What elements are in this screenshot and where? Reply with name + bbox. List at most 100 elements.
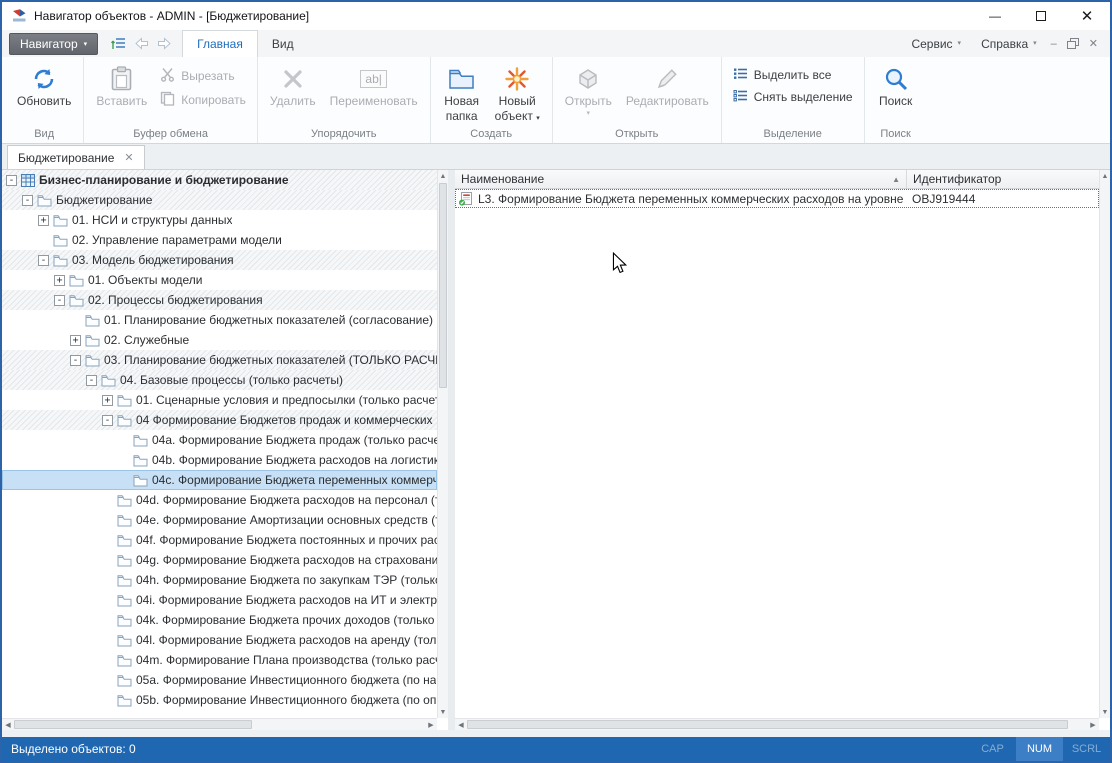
tab-home[interactable]: Главная <box>182 30 258 57</box>
tree-item[interactable]: +01. Объекты модели <box>2 270 437 290</box>
tree-item[interactable]: +01. НСИ и структуры данных <box>2 210 437 230</box>
menu-help[interactable]: Справка ▾ <box>971 30 1047 57</box>
collapse-icon[interactable]: - <box>38 255 49 266</box>
tree-item[interactable]: -Бюджетирование <box>2 190 437 210</box>
tree-item[interactable]: 04g. Формирование Бюджета расходов на ст… <box>2 550 437 570</box>
new-folder-button[interactable]: Новая папка <box>436 60 488 125</box>
nav-forward-button[interactable] <box>154 34 174 54</box>
list-horizontal-scrollbar[interactable]: ◀ ▶ <box>455 718 1099 730</box>
tree-item[interactable]: 01. Планирование бюджетных показателей (… <box>2 310 437 330</box>
tree-item[interactable]: 04a. Формирование Бюджета продаж (только… <box>2 430 437 450</box>
tree-item[interactable]: 05a. Формирование Инвестиционного бюджет… <box>2 670 437 690</box>
scroll-right-icon[interactable]: ▶ <box>1087 719 1099 730</box>
expand-icon[interactable]: + <box>54 275 65 286</box>
tree-item[interactable]: +01. Сценарные условия и предпосылки (то… <box>2 390 437 410</box>
scroll-down-icon[interactable]: ▼ <box>1100 706 1110 718</box>
scroll-up-icon[interactable]: ▲ <box>1100 170 1110 182</box>
document-tab[interactable]: Бюджетирование ✕ <box>7 145 145 169</box>
folder-icon <box>85 334 100 347</box>
group-label-clipboard: Буфер обмена <box>84 128 257 140</box>
folder-icon <box>133 474 148 487</box>
tree-item[interactable]: 04d. Формирование Бюджета расходов на пе… <box>2 490 437 510</box>
column-header-id[interactable]: Идентификатор <box>907 170 1099 188</box>
child-close-button[interactable]: ✕ <box>1089 37 1098 50</box>
tree-item[interactable]: 04c. Формирование Бюджета переменных ком… <box>2 470 437 490</box>
menu-service[interactable]: Сервис ▾ <box>901 30 971 57</box>
list-vertical-scrollbar[interactable]: ▲ ▼ <box>1099 170 1110 718</box>
child-minimize-button[interactable]: – <box>1051 38 1057 50</box>
list-hscroll-track[interactable] <box>467 719 1087 730</box>
maximize-button[interactable] <box>1018 2 1064 30</box>
tree-item[interactable]: - 04 Формирование Бюджетов продаж и комме… <box>2 410 437 430</box>
tree-item[interactable]: -03. Модель бюджетирования <box>2 250 437 270</box>
collapse-icon[interactable]: - <box>70 355 81 366</box>
tree-vertical-scrollbar[interactable]: ▲ ▼ <box>437 170 448 718</box>
cut-button[interactable]: Вырезать <box>154 65 252 87</box>
child-restore-button[interactable] <box>1067 38 1079 49</box>
expand-icon[interactable]: + <box>102 395 113 406</box>
tree-item[interactable]: -03. Планирование бюджетных показателей … <box>2 350 437 370</box>
scroll-down-icon[interactable]: ▼ <box>438 706 448 718</box>
select-all-button[interactable]: Выделить все <box>727 65 859 85</box>
tree-item[interactable]: -04. Базовые процессы (только расчеты) <box>2 370 437 390</box>
delete-button[interactable]: Удалить <box>263 60 323 110</box>
collapse-icon[interactable]: - <box>54 295 65 306</box>
app-menu-button[interactable]: Навигатор ▾ <box>9 33 98 55</box>
refresh-button[interactable]: Обновить <box>10 60 78 110</box>
tree-item[interactable]: 04i. Формирование Бюджета расходов на ИТ… <box>2 590 437 610</box>
collapse-icon[interactable]: - <box>102 415 113 426</box>
tab-close-icon[interactable]: ✕ <box>124 151 133 164</box>
tree-item[interactable]: 04f. Формирование Бюджета постоянных и п… <box>2 530 437 550</box>
ribbon-toolbar: Обновить Вид Вставить <box>2 57 1110 144</box>
rename-button[interactable]: ab| Переименовать <box>323 60 425 110</box>
list-hscroll-thumb[interactable] <box>467 720 1068 729</box>
tree-item[interactable]: 04l. Формирование Бюджета расходов на ар… <box>2 630 437 650</box>
locate-in-tree-button[interactable] <box>108 34 128 54</box>
copy-button[interactable]: Копировать <box>154 89 252 111</box>
collapse-icon[interactable]: - <box>86 375 97 386</box>
tree-item-label: 04 Формирование Бюджетов продаж и коммер… <box>136 413 433 427</box>
tree-item-label: 02. Процессы бюджетирования <box>88 293 263 307</box>
expand-icon[interactable]: + <box>70 335 81 346</box>
collapse-icon[interactable]: - <box>6 175 17 186</box>
tab-view[interactable]: Вид <box>258 30 308 57</box>
tree-horizontal-scrollbar[interactable]: ◀ ▶ <box>2 718 437 730</box>
scroll-up-icon[interactable]: ▲ <box>438 170 448 182</box>
open-button[interactable]: Открыть ▾ <box>558 60 619 119</box>
app-icon <box>11 8 27 24</box>
forward-arrow-icon <box>157 37 172 50</box>
tree-item[interactable]: -Бизнес-планирование и бюджетирование <box>2 170 437 190</box>
edit-button[interactable]: Редактировать <box>619 60 716 110</box>
search-button[interactable]: Поиск <box>870 60 922 110</box>
tree-hscroll-track[interactable] <box>14 719 425 730</box>
list-row-name: L3. Формирование Бюджета переменных комм… <box>478 192 907 206</box>
tree-item[interactable]: +02. Служебные <box>2 330 437 350</box>
new-object-button[interactable]: Новый объект ▾ <box>488 60 547 125</box>
tree-item[interactable]: 04e. Формирование Амортизации основных с… <box>2 510 437 530</box>
tree-item[interactable]: 04m. Формирование Плана производства (то… <box>2 650 437 670</box>
nav-back-button[interactable] <box>131 34 151 54</box>
list-row[interactable]: L3. Формирование Бюджета переменных комм… <box>455 189 1099 208</box>
tree-item[interactable]: 04k. Формирование Бюджета прочих доходов… <box>2 610 437 630</box>
pane-splitter[interactable] <box>448 170 455 730</box>
scroll-right-icon[interactable]: ▶ <box>425 719 437 730</box>
new-object-label-text: объект <box>495 109 533 123</box>
close-button[interactable]: ✕ <box>1064 2 1110 30</box>
tree-item-label: 01. Планирование бюджетных показателей (… <box>104 313 433 327</box>
tree-item[interactable]: 02. Управление параметрами модели <box>2 230 437 250</box>
scroll-left-icon[interactable]: ◀ <box>455 719 467 730</box>
group-label-selection: Выделение <box>722 128 864 140</box>
tree-vscroll-thumb[interactable] <box>439 183 447 388</box>
tree-hscroll-thumb[interactable] <box>14 720 252 729</box>
deselect-button[interactable]: Снять выделение <box>727 87 859 107</box>
scroll-left-icon[interactable]: ◀ <box>2 719 14 730</box>
tree-item[interactable]: - 02. Процессы бюджетирования <box>2 290 437 310</box>
tree-item[interactable]: 04b. Формирование Бюджета расходов на ло… <box>2 450 437 470</box>
column-header-name[interactable]: Наименование ▲ <box>455 170 907 188</box>
minimize-button[interactable]: — <box>972 2 1018 30</box>
tree-item[interactable]: 05b. Формирование Инвестиционного бюджет… <box>2 690 437 710</box>
expand-icon[interactable]: + <box>38 215 49 226</box>
paste-button[interactable]: Вставить <box>89 60 154 110</box>
tree-item[interactable]: 04h. Формирование Бюджета по закупкам ТЭ… <box>2 570 437 590</box>
collapse-icon[interactable]: - <box>22 195 33 206</box>
